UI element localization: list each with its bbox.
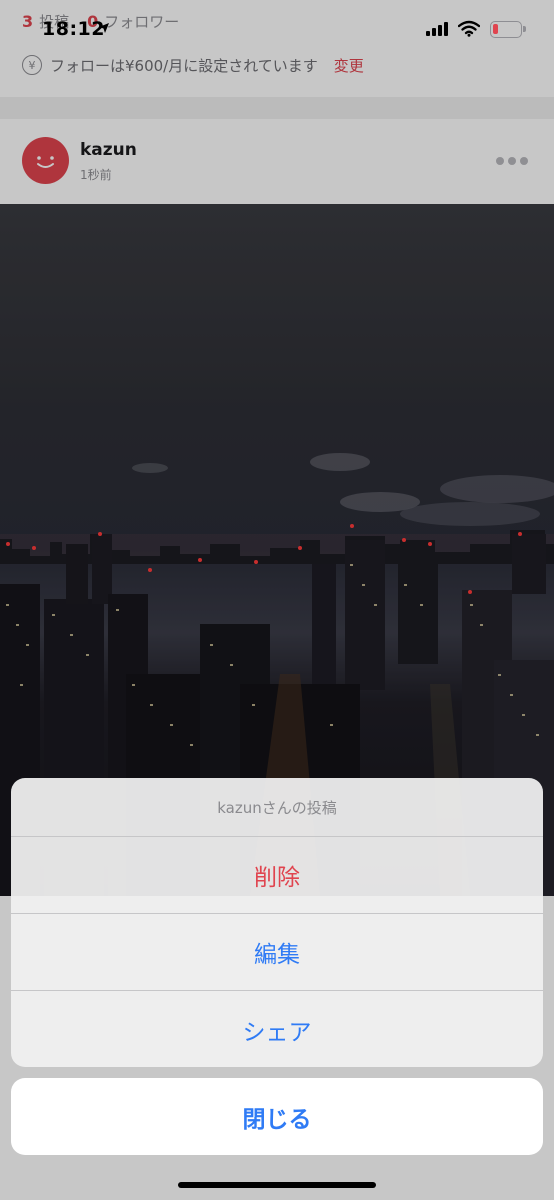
- share-button[interactable]: シェア: [11, 991, 543, 1067]
- status-time: 18:12: [42, 18, 105, 40]
- edit-button[interactable]: 編集: [11, 914, 543, 991]
- wifi-icon: [458, 20, 480, 37]
- delete-button[interactable]: 削除: [11, 837, 543, 914]
- cellular-signal-icon: [426, 22, 448, 36]
- battery-icon: [490, 21, 526, 38]
- action-sheet: kazunさんの投稿 削除 編集 シェア: [11, 778, 543, 1067]
- location-arrow-icon: [99, 23, 109, 33]
- status-bar: 18:12: [0, 0, 554, 50]
- action-sheet-title: kazunさんの投稿: [11, 778, 543, 837]
- home-indicator[interactable]: [178, 1182, 376, 1188]
- close-button[interactable]: 閉じる: [11, 1078, 543, 1155]
